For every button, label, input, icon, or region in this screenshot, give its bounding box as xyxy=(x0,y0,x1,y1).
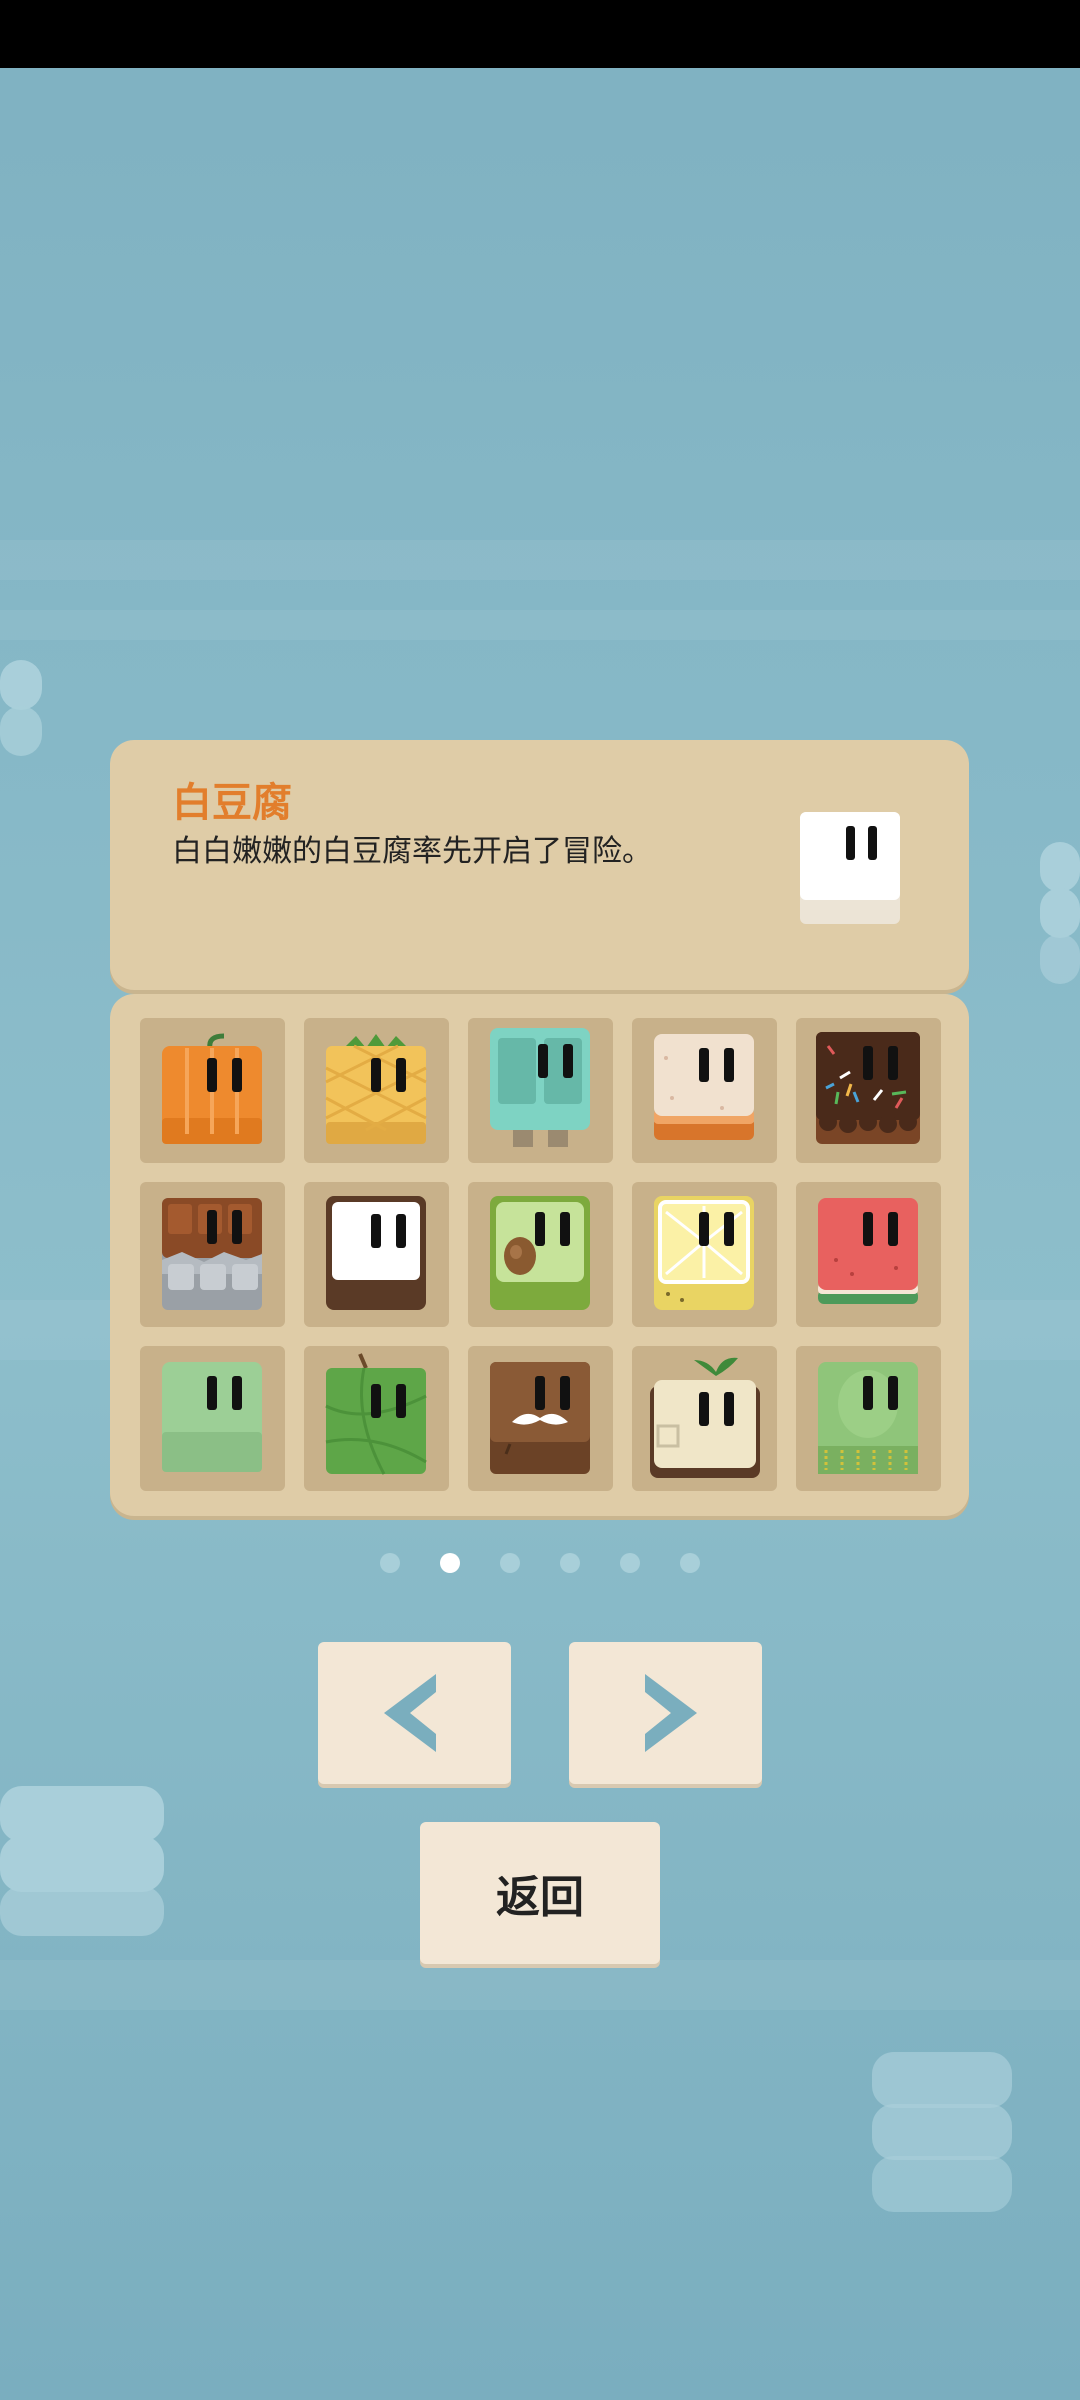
character-grid xyxy=(110,994,969,1516)
sandwich-block-icon xyxy=(654,1034,754,1140)
lemon-block-icon xyxy=(654,1196,754,1310)
character-slot-pineapple[interactable] xyxy=(304,1018,449,1163)
character-slot-green-jelly[interactable] xyxy=(140,1346,285,1491)
character-slot-avocado[interactable] xyxy=(468,1182,613,1327)
character-slot-white-tofu[interactable] xyxy=(304,1182,449,1327)
character-info-panel: 白豆腐 白白嫩嫩的白豆腐率先开启了冒险。 xyxy=(110,740,969,990)
mustache-wood-block-icon xyxy=(490,1362,590,1474)
sprinkle-cake-block-icon xyxy=(816,1032,920,1144)
character-slot-watermelon[interactable] xyxy=(796,1182,941,1327)
page-dot-4[interactable] xyxy=(560,1553,580,1573)
pumpkin-block-icon xyxy=(162,1033,262,1144)
character-name: 白豆腐 xyxy=(172,780,292,826)
character-slot-chocolate-bar[interactable] xyxy=(140,1182,285,1327)
cloud-decoration xyxy=(0,660,42,780)
character-slot-pumpkin[interactable] xyxy=(140,1018,285,1163)
character-slot-lemon[interactable] xyxy=(632,1182,777,1327)
character-slot-sprout-tofu[interactable] xyxy=(632,1346,777,1491)
fog-band xyxy=(0,610,1080,640)
page-dot-2-active[interactable] xyxy=(440,1553,460,1573)
white-tofu-block-icon xyxy=(326,1196,426,1310)
cloud-decoration xyxy=(1040,842,1080,992)
back-button[interactable]: 返回 xyxy=(420,1822,660,1964)
fog-band xyxy=(0,540,1080,580)
green-jelly-block-icon xyxy=(162,1362,262,1472)
watermelon-block-icon xyxy=(818,1198,918,1304)
chevron-right-icon xyxy=(644,1674,697,1752)
melon-block-icon xyxy=(325,1353,427,1475)
mint-jelly-block-icon xyxy=(490,1028,590,1147)
character-description: 白白嫩嫩的白豆腐率先开启了冒险。 xyxy=(172,834,652,869)
pineapple-block-icon xyxy=(325,1034,427,1144)
character-slot-sprinkle-cake[interactable] xyxy=(796,1018,941,1163)
page-indicator xyxy=(0,1553,1080,1577)
cloud-decoration xyxy=(872,2052,1012,2222)
sprout-tofu-block-icon xyxy=(650,1357,760,1478)
fog-band xyxy=(0,1960,1080,2010)
character-slot-sandwich[interactable] xyxy=(632,1018,777,1163)
page-dot-5[interactable] xyxy=(620,1553,640,1573)
status-bar xyxy=(0,0,1080,68)
back-button-label: 返回 xyxy=(496,1872,584,1923)
next-page-button[interactable] xyxy=(569,1642,762,1784)
character-slot-mint-jelly[interactable] xyxy=(468,1018,613,1163)
avocado-block-icon xyxy=(490,1196,590,1310)
character-slot-kiwi[interactable] xyxy=(796,1346,941,1491)
page-dot-6[interactable] xyxy=(680,1553,700,1573)
character-slot-mustache-wood[interactable] xyxy=(468,1346,613,1491)
kiwi-block-icon xyxy=(818,1362,918,1474)
prev-page-button[interactable] xyxy=(318,1642,511,1784)
chocolate-bar-block-icon xyxy=(162,1198,262,1310)
page-dot-1[interactable] xyxy=(380,1553,400,1573)
character-slot-melon[interactable] xyxy=(304,1346,449,1491)
chevron-left-icon xyxy=(383,1674,436,1752)
page-dot-3[interactable] xyxy=(500,1553,520,1573)
white-tofu-preview-icon xyxy=(800,812,900,924)
cloud-decoration xyxy=(0,1786,164,1946)
